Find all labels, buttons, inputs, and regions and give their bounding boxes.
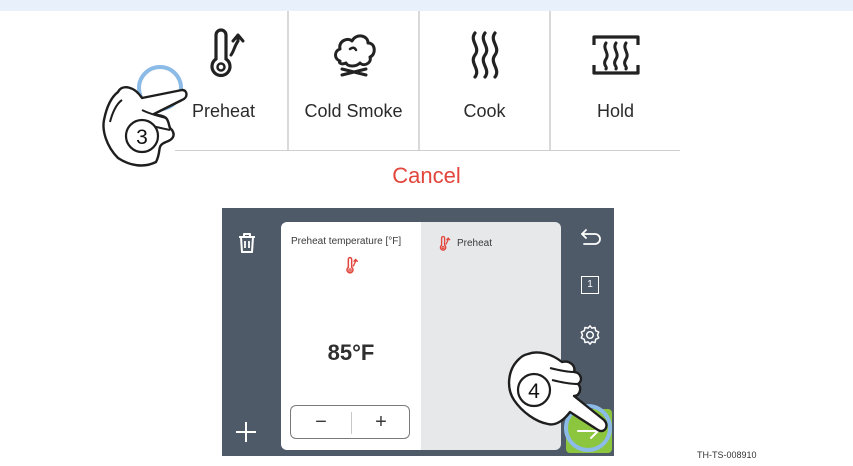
thermometer-up-icon — [439, 235, 451, 251]
heat-waves-icon — [471, 31, 498, 79]
cook-mode-menu: Preheat Cold Smoke Cook Hold — [160, 11, 680, 151]
mode-cook[interactable]: Cook — [420, 11, 549, 151]
mode-label: Hold — [596, 101, 635, 121]
temperature-card: Preheat temperature [°F] 85°F − + — [281, 222, 421, 450]
delete-icon[interactable] — [236, 232, 258, 254]
settings-icon[interactable] — [579, 324, 601, 346]
mode-label: Cook — [463, 101, 506, 121]
back-icon[interactable] — [580, 228, 602, 246]
hold-heat-icon — [591, 35, 640, 75]
mode-label: Cold Smoke — [304, 101, 403, 121]
figure-reference-code: TH-TS-008910 — [697, 450, 757, 460]
mode-cold-smoke[interactable]: Cold Smoke — [289, 11, 418, 151]
touch-hand-callout-4: 4 — [507, 351, 612, 452]
touch-hand-callout-3: 3 — [102, 65, 188, 167]
menu-divider-line — [175, 150, 680, 151]
increase-button[interactable]: + — [351, 406, 411, 438]
step-number: 4 — [528, 380, 540, 403]
top-background-band — [0, 0, 853, 11]
thermometer-up-icon — [346, 256, 358, 274]
stage-label: Preheat — [457, 238, 493, 249]
temperature-value: 85°F — [327, 340, 375, 365]
temperature-stepper: − + — [290, 405, 410, 439]
program-1-icon[interactable]: 1 — [581, 276, 599, 294]
decrease-button[interactable]: − — [291, 406, 351, 438]
left-toolbar — [222, 208, 274, 456]
card-title: Preheat temperature [°F] — [291, 236, 402, 247]
plus-icon[interactable] — [234, 420, 258, 444]
step-number: 3 — [136, 126, 148, 149]
mode-hold[interactable]: Hold — [551, 11, 680, 151]
thermometer-up-icon — [209, 28, 244, 78]
smoke-cloud-icon — [333, 34, 376, 77]
